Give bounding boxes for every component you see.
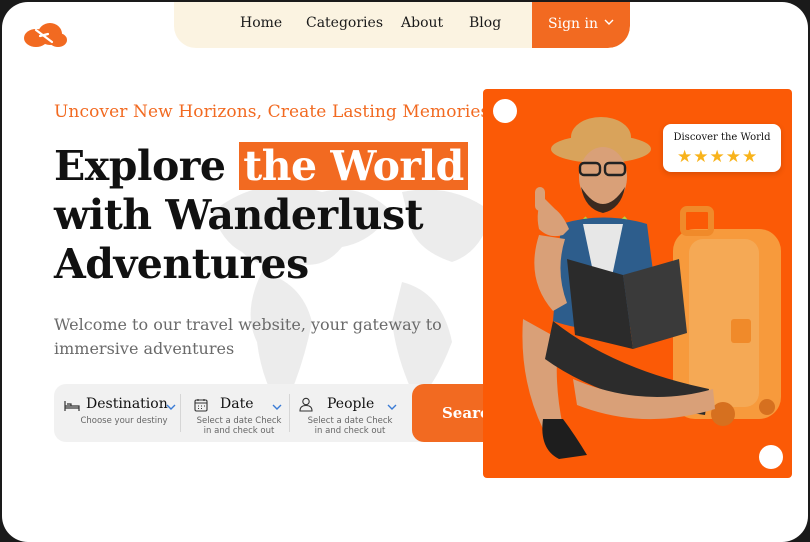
headline-line2: with Wanderlust [54, 191, 424, 239]
date-sub: Select a date Check in and check out [196, 416, 282, 436]
chevron-down-icon [272, 404, 282, 410]
tagline: Uncover New Horizons, Create Lasting Mem… [54, 102, 490, 122]
browser-frame: Home Categories About Blog Sign in Uncov… [2, 2, 808, 542]
people-field[interactable]: People Select a date Check in and check … [291, 384, 409, 442]
nav-item-categories[interactable]: Categories [306, 15, 383, 31]
rating-stars: ★★★★★ [677, 147, 759, 167]
decor-dot [759, 445, 783, 469]
headline-line3: Adventures [54, 240, 309, 288]
sign-in-button[interactable]: Sign in [532, 2, 630, 48]
discover-badge: Discover the World ★★★★★ [663, 124, 781, 172]
chevron-down-icon [387, 404, 397, 410]
destination-title: Destination [86, 396, 168, 412]
headline-highlight: the World [239, 142, 468, 190]
nav-item-blog[interactable]: Blog [469, 15, 501, 31]
sign-in-label: Sign in [548, 16, 598, 32]
headline-pre: Explore [54, 142, 226, 190]
people-sub: Select a date Check in and check out [307, 416, 393, 436]
divider [289, 394, 290, 432]
bed-icon [64, 401, 80, 411]
chevron-down-icon [166, 404, 176, 410]
badge-title: Discover the World [673, 132, 771, 143]
hero-image: Discover the World ★★★★★ [483, 89, 792, 478]
people-title: People [327, 396, 375, 412]
page-title: Explore the World with Wanderlust Advent… [54, 142, 468, 289]
search-bar: Destination Choose your destiny Date Sel… [54, 384, 530, 442]
chevron-down-icon [604, 19, 614, 25]
decor-dot [493, 99, 517, 123]
destination-sub: Choose your destiny [80, 416, 168, 426]
date-field[interactable]: Date Select a date Check in and check ou… [182, 384, 288, 442]
nav-item-about[interactable]: About [401, 15, 443, 31]
subtitle: Welcome to our travel website, your gate… [54, 315, 442, 358]
destination-field[interactable]: Destination Choose your destiny [54, 384, 178, 442]
divider [180, 394, 181, 432]
calendar-icon [194, 399, 208, 412]
nav-item-home[interactable]: Home [240, 15, 282, 31]
top-nav: Home Categories About Blog Sign in [174, 2, 630, 48]
logo-icon[interactable] [22, 20, 68, 48]
date-title: Date [220, 396, 254, 412]
person-icon [299, 397, 313, 412]
